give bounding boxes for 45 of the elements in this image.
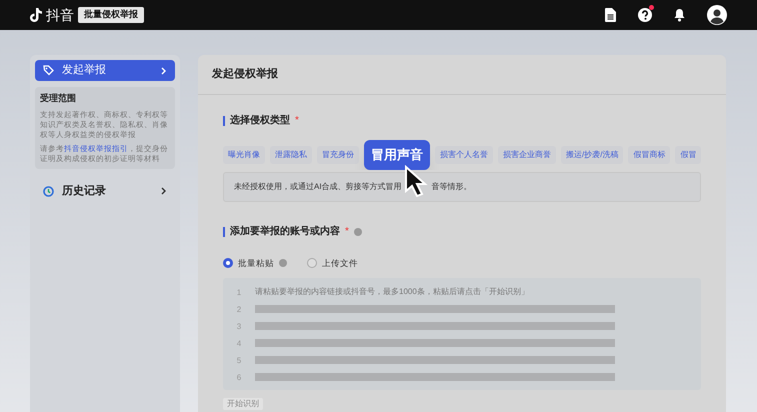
tag-icon <box>43 65 54 76</box>
radio-button[interactable] <box>223 258 233 268</box>
type-tab[interactable]: 冒用声音 <box>364 140 430 170</box>
section-title: 选择侵权类型 <box>230 114 290 128</box>
chevron-icon <box>161 66 167 74</box>
line-number: 2 <box>236 304 242 316</box>
type-tab[interactable]: 曝光肖像 <box>223 146 265 164</box>
note-logo-icon <box>30 8 42 22</box>
radio-label: 批量粘贴 <box>238 257 274 270</box>
radio-button[interactable] <box>307 258 317 268</box>
section-marker <box>223 116 225 126</box>
brand-name: 抖音 <box>46 6 74 24</box>
radio-label: 上传文件 <box>322 257 358 270</box>
avatar-icon[interactable] <box>707 5 727 25</box>
required-mark: * <box>345 225 349 239</box>
type-tab[interactable]: 泄露隐私 <box>270 146 312 164</box>
chevron-icon <box>161 187 167 195</box>
page-tag: 批量侵权举报 <box>78 7 144 23</box>
cursor-icon <box>404 165 430 197</box>
description-text: 未经授权使用，或通过AI合成、剪接等方式冒用 <box>234 181 402 193</box>
type-tab[interactable]: 搬运/抄袭/洗稿 <box>561 146 624 164</box>
sidebar-item[interactable]: 发起举报 <box>35 60 175 81</box>
line-number: 6 <box>236 372 242 384</box>
line-number: 4 <box>236 338 242 350</box>
start-button[interactable]: 开始识别 <box>223 398 263 410</box>
type-tab[interactable]: 冒充身份 <box>317 146 359 164</box>
info-title: 受理范围 <box>40 92 77 105</box>
clock-icon <box>43 186 54 196</box>
document-icon[interactable] <box>605 8 616 22</box>
text-editor[interactable]: 1 2 3 4 5 6 请粘贴要举报的内容链接或抖音号，最多1000条，粘贴后请点击「开始识别」 <box>223 278 702 390</box>
type-tab[interactable]: 假冒商标 <box>628 146 670 164</box>
description-text: 音等情形。 <box>432 181 472 193</box>
section-marker <box>223 226 225 236</box>
bell-icon[interactable] <box>674 8 685 22</box>
type-tab[interactable]: 损害个人名誉 <box>435 146 493 164</box>
panel-title: 发起侵权举报 <box>198 55 726 95</box>
type-tab[interactable]: 假冒 <box>675 146 702 164</box>
sidebar-item[interactable]: 历史记录 <box>35 180 175 202</box>
required-mark: * <box>295 114 299 128</box>
placeholder-text: 请粘贴要举报的内容链接或抖音号，最多1000条，粘贴后请点击「开始识别」 <box>255 286 529 298</box>
line-number: 3 <box>236 320 242 333</box>
type-tab[interactable]: 损害企业商誉 <box>498 146 556 164</box>
line-number: 5 <box>236 354 242 367</box>
line-number: 1 <box>236 286 242 299</box>
section-title: 添加要举报的账号或内容 <box>230 224 340 239</box>
